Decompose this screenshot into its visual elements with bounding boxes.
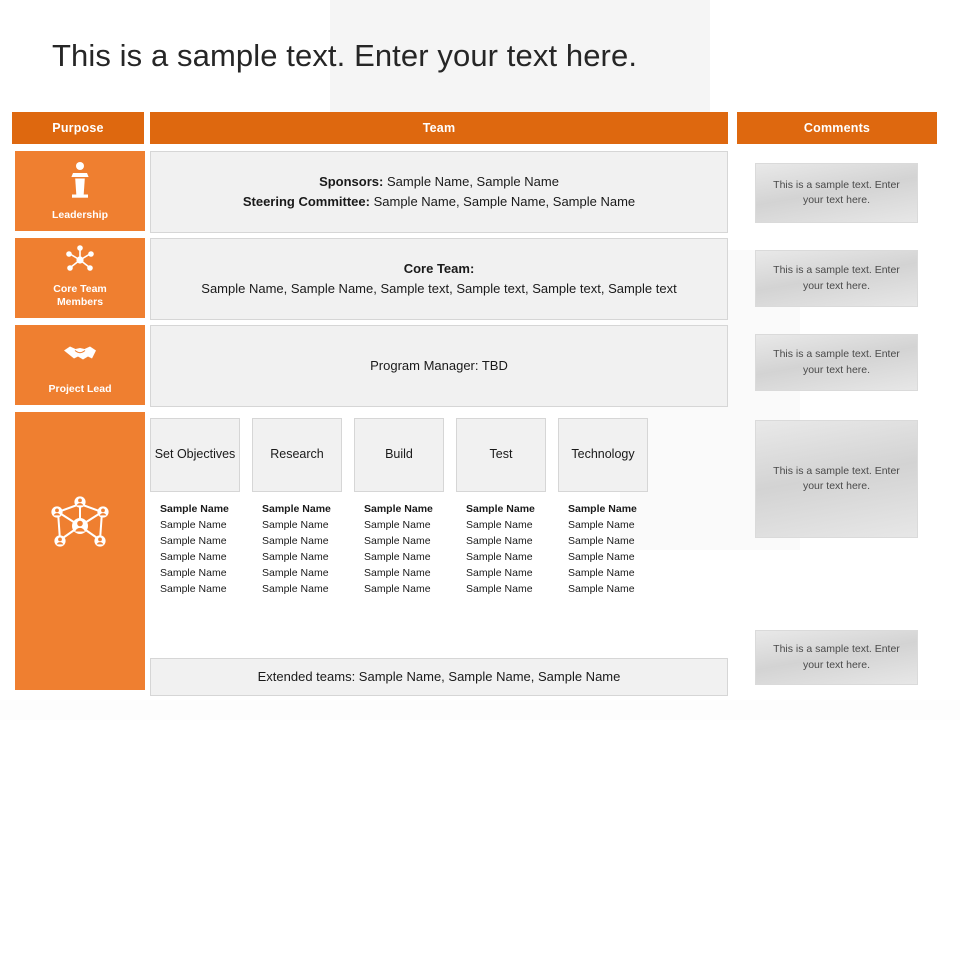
comment-text: This is a sample text. Enter your text h… (773, 264, 900, 292)
purpose-tile-core-team-label-line2: Members (56, 295, 104, 308)
list-item: Sample Name (568, 551, 635, 563)
comment-box-project-lead[interactable]: This is a sample text. Enter your text h… (755, 334, 918, 391)
team-column-research: Research Sample Name Sample Name Sample … (252, 418, 342, 608)
list-item: Sample Name (466, 567, 533, 579)
network-nodes-icon (15, 238, 145, 283)
purpose-tile-team-members[interactable]: Team Members (15, 412, 145, 973)
extended-teams-text: Extended teams: Sample Name, Sample Name… (257, 668, 621, 684)
list-item: Sample Name (160, 503, 229, 515)
list-item: Sample Name (262, 551, 329, 563)
list-item: Sample Name (160, 519, 227, 531)
leadership-sponsors-line: Sponsors: Sample Name, Sample Name (243, 172, 635, 192)
team-column-name-list: Sample Name Sample Name Sample Name Samp… (456, 492, 546, 597)
list-item: Sample Name (568, 583, 635, 595)
purpose-tile-core-team[interactable]: Core Team Members (15, 238, 145, 318)
comment-box-leadership[interactable]: This is a sample text. Enter your text h… (755, 163, 918, 223)
leadership-sponsors-value: Sample Name, Sample Name (383, 173, 559, 189)
page-title: This is a sample text. Enter your text h… (52, 38, 638, 73)
column-header-purpose-label: Purpose (52, 121, 104, 135)
list-item: Sample Name (364, 503, 433, 515)
list-item: Sample Name (466, 519, 533, 531)
people-network-icon (15, 412, 145, 690)
team-column-technology: Technology Sample Name Sample Name Sampl… (558, 418, 648, 608)
handshake-icon (15, 325, 145, 383)
team-column-name-list: Sample Name Sample Name Sample Name Samp… (252, 492, 342, 597)
list-item: Sample Name (568, 503, 637, 515)
team-column-name-list: Sample Name Sample Name Sample Name Samp… (354, 492, 444, 597)
list-item: Sample Name (568, 519, 635, 531)
comment-text: This is a sample text. Enter your text h… (773, 464, 900, 492)
list-item: Sample Name (262, 519, 329, 531)
team-column-test: Test Sample Name Sample Name Sample Name… (456, 418, 546, 608)
panel-core-team: Core Team: Sample Name, Sample Name, Sam… (150, 238, 728, 320)
team-column-heading[interactable]: Test (456, 418, 546, 492)
list-item: Sample Name (568, 535, 635, 547)
list-item: Sample Name (262, 503, 331, 515)
purpose-tile-team-members-label: Team Members (33, 958, 127, 973)
column-header-purpose: Purpose (12, 112, 144, 144)
purpose-tile-core-team-label: Core Team Members (53, 283, 107, 318)
list-item: Sample Name (568, 567, 635, 579)
comment-text: This is a sample text. Enter your text h… (773, 643, 900, 671)
purpose-tile-project-lead[interactable]: Project Lead (15, 325, 145, 405)
team-column-build: Build Sample Name Sample Name Sample Nam… (354, 418, 444, 608)
panel-leadership: Sponsors: Sample Name, Sample Name Steer… (150, 151, 728, 233)
list-item: Sample Name (364, 583, 431, 595)
list-item: Sample Name (262, 583, 329, 595)
column-header-team-label: Team (422, 121, 456, 135)
comment-text: This is a sample text. Enter your text h… (773, 348, 900, 376)
list-item: Sample Name (160, 583, 227, 595)
list-item: Sample Name (160, 567, 227, 579)
comment-text: This is a sample text. Enter your text h… (773, 178, 900, 206)
leadership-steering-label: Steering Committee: (242, 194, 370, 209)
team-column-name-list: Sample Name Sample Name Sample Name Samp… (150, 492, 240, 597)
team-column-heading[interactable]: Research (252, 418, 342, 492)
list-item: Sample Name (466, 583, 533, 595)
list-item: Sample Name (466, 535, 533, 547)
list-item: Sample Name (466, 503, 535, 515)
column-header-team: Team (150, 112, 728, 144)
list-item: Sample Name (262, 535, 329, 547)
leadership-steering-value: Sample Name, Sample Name, Sample Name (369, 194, 636, 209)
podium-speaker-icon (15, 151, 145, 209)
list-item: Sample Name (160, 535, 227, 547)
list-item: Sample Name (364, 551, 431, 563)
list-item: Sample Name (364, 567, 431, 579)
core-team-label: Core Team: (403, 260, 475, 276)
team-column-heading[interactable]: Build (354, 418, 444, 492)
purpose-tile-project-lead-label: Project Lead (48, 382, 112, 395)
list-item: Sample Name (364, 519, 431, 531)
purpose-tile-leadership[interactable]: Leadership (15, 151, 145, 231)
project-lead-text: Program Manager: TBD (370, 357, 508, 373)
comment-box-team-members[interactable]: This is a sample text. Enter your text h… (755, 420, 918, 538)
list-item: Sample Name (466, 551, 533, 563)
team-column-heading[interactable]: Technology (558, 418, 648, 492)
list-item: Sample Name (160, 551, 227, 563)
leadership-steering-line: Steering Committee: Sample Name, Sample … (243, 192, 635, 212)
core-team-heading-line: Core Team: (201, 259, 676, 279)
team-column-name-list: Sample Name Sample Name Sample Name Samp… (558, 492, 648, 597)
purpose-tile-leadership-label: Leadership (51, 208, 109, 221)
list-item: Sample Name (364, 535, 431, 547)
column-header-comments-label: Comments (803, 121, 871, 135)
comment-box-extended-teams[interactable]: This is a sample text. Enter your text h… (755, 630, 918, 685)
core-team-names: Sample Name, Sample Name, Sample text, S… (201, 281, 677, 296)
leadership-sponsors-label: Sponsors: (319, 173, 384, 189)
team-column-heading[interactable]: Set Objectives (150, 418, 240, 492)
purpose-tile-core-team-label-line1: Core Team (53, 282, 107, 295)
panel-extended-teams: Extended teams: Sample Name, Sample Name… (150, 658, 728, 696)
slide-canvas: This is a sample text. Enter your text h… (0, 0, 960, 973)
panel-project-lead: Program Manager: TBD (150, 325, 728, 407)
team-members-grid: Set Objectives Sample Name Sample Name S… (150, 418, 728, 608)
comment-box-core-team[interactable]: This is a sample text. Enter your text h… (755, 250, 918, 307)
team-column-set-objectives: Set Objectives Sample Name Sample Name S… (150, 418, 240, 608)
list-item: Sample Name (262, 567, 329, 579)
column-header-comments: Comments (737, 112, 937, 144)
